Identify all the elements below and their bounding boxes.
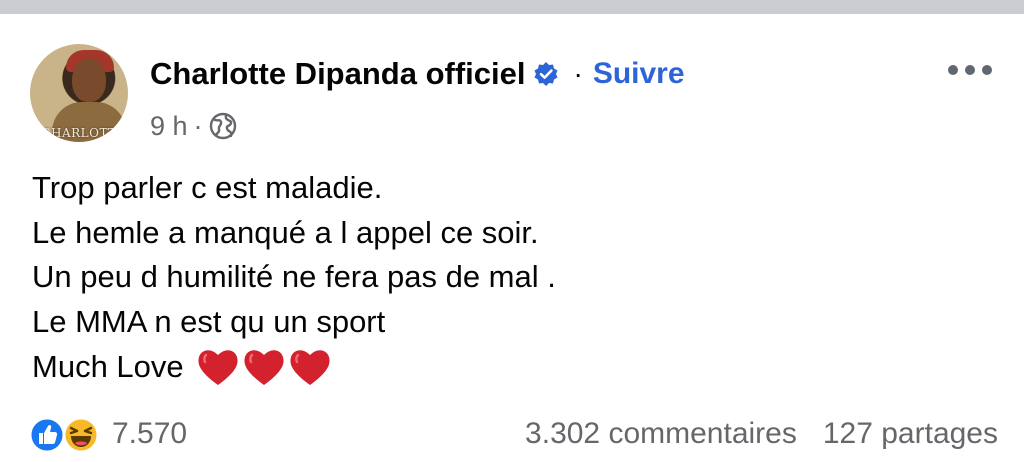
header-separator: · xyxy=(573,58,583,89)
avatar-poster-text: CHARLOTT xyxy=(41,126,117,140)
heart-icon xyxy=(244,350,284,385)
post-time[interactable]: 9 h xyxy=(150,111,188,142)
post-line: Un peu d humilité ne fera pas de mal . xyxy=(32,259,556,294)
verified-badge-icon xyxy=(534,62,558,86)
post-line: Le hemle a manqué a l appel ce soir. xyxy=(32,214,539,250)
more-dot xyxy=(948,65,958,75)
post-meta: 9 h · xyxy=(150,108,237,144)
avatar[interactable]: CHARLOTT xyxy=(30,44,128,142)
meta-separator: · xyxy=(193,110,203,141)
like-reaction-icon xyxy=(28,416,66,454)
comments-link[interactable]: 3.302 commentaires xyxy=(525,417,797,451)
reaction-summary[interactable]: 7.570 xyxy=(28,414,187,454)
reaction-count: 7.570 xyxy=(112,417,188,450)
post-line: Trop parler c est maladie. xyxy=(32,170,383,205)
top-divider xyxy=(0,0,1024,14)
heart-icon xyxy=(290,350,330,385)
closing-text: Much Love xyxy=(32,349,184,384)
haha-reaction-icon xyxy=(62,416,100,454)
author-name[interactable]: Charlotte Dipanda officiel xyxy=(150,56,525,92)
hearts-group xyxy=(196,346,334,388)
follow-button[interactable]: Suivre xyxy=(593,57,685,91)
post-body: Trop parler c est maladie. Le hemle a ma… xyxy=(32,166,556,344)
post-header: Charlotte Dipanda officiel · Suivre xyxy=(150,52,685,96)
heart-icon xyxy=(198,350,238,385)
globe-icon[interactable] xyxy=(209,112,237,140)
reaction-icons xyxy=(28,414,112,454)
post-closing: Much Love xyxy=(32,346,334,388)
more-dot xyxy=(965,65,975,75)
post-footer: 7.570 3.302 commentaires 127 partages xyxy=(28,414,998,454)
post-line: Le MMA n est qu un sport xyxy=(32,303,386,339)
more-options-icon[interactable] xyxy=(948,62,992,78)
shares-link[interactable]: 127 partages xyxy=(823,417,998,451)
avatar-face xyxy=(72,58,106,102)
engagement-counts: 3.302 commentaires 127 partages xyxy=(525,414,998,454)
more-dot xyxy=(982,65,992,75)
